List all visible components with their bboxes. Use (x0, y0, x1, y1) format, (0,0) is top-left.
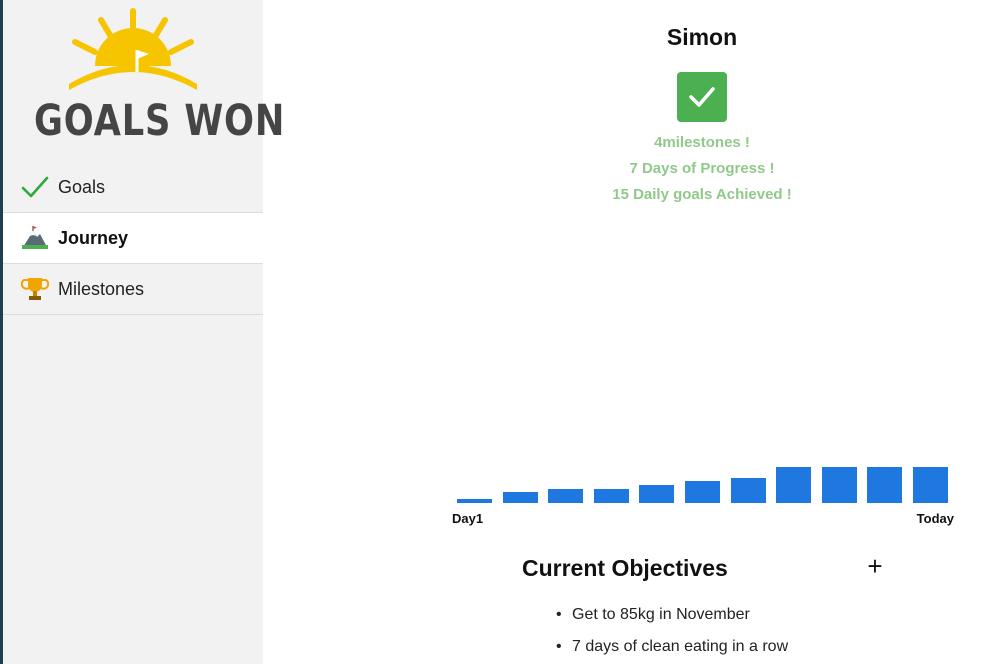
add-objective-button[interactable]: + (862, 552, 888, 580)
user-name: Simon (666, 24, 738, 50)
chart-bar (548, 489, 583, 503)
sidebar-item-label: Goals (58, 176, 106, 197)
sidebar-item-milestones[interactable]: Milestones (3, 264, 263, 315)
objective-text: 7 days of clean eating in a row (572, 638, 789, 655)
bullet: • (556, 606, 562, 623)
trophy-icon (20, 276, 50, 302)
chart-bar (731, 478, 766, 503)
sidebar-item-journey[interactable]: Journey (3, 213, 263, 264)
sidebar: GOALS WON Goals Journey Milestones (3, 0, 284, 664)
chart-bar (594, 489, 629, 503)
objectives-title: Current Objectives (522, 555, 728, 581)
goals-won-logo: GOALS WON (3, 0, 284, 160)
list-item: • Get to 85kg in November (556, 606, 750, 624)
stat-days-progress: 7 Days of Progress ! (629, 160, 775, 177)
list-item: • 7 days of clean eating in a row (556, 638, 788, 656)
chart-bar (822, 467, 857, 503)
achievement-check-icon (677, 72, 727, 122)
sun-flag-icon (69, 8, 197, 90)
sidebar-item-label: Milestones (58, 278, 145, 299)
chart-bar (639, 485, 674, 503)
check-icon (21, 174, 49, 200)
sidebar-nav: Goals Journey Milestones (3, 162, 263, 315)
stat-daily-goals: 15 Daily goals Achieved ! (612, 186, 792, 203)
chart-bar (776, 467, 811, 503)
objective-text: Get to 85kg in November (572, 606, 750, 623)
stat-milestones: 4milestones ! (654, 134, 750, 151)
chart-tick-label: Day1 (452, 511, 484, 526)
bullet: • (556, 638, 562, 655)
mountain-icon (21, 225, 49, 251)
chart-bar (503, 492, 538, 503)
sidebar-item-label: Journey (58, 227, 129, 248)
logo-text: GOALS WON (34, 96, 286, 146)
sidebar-item-goals[interactable]: Goals (3, 162, 263, 213)
chart-bar (457, 499, 492, 503)
chart-bar (685, 481, 720, 503)
chart-bar (913, 467, 948, 503)
chart-bar (867, 467, 902, 503)
chart-tick-label: Today (916, 511, 954, 526)
